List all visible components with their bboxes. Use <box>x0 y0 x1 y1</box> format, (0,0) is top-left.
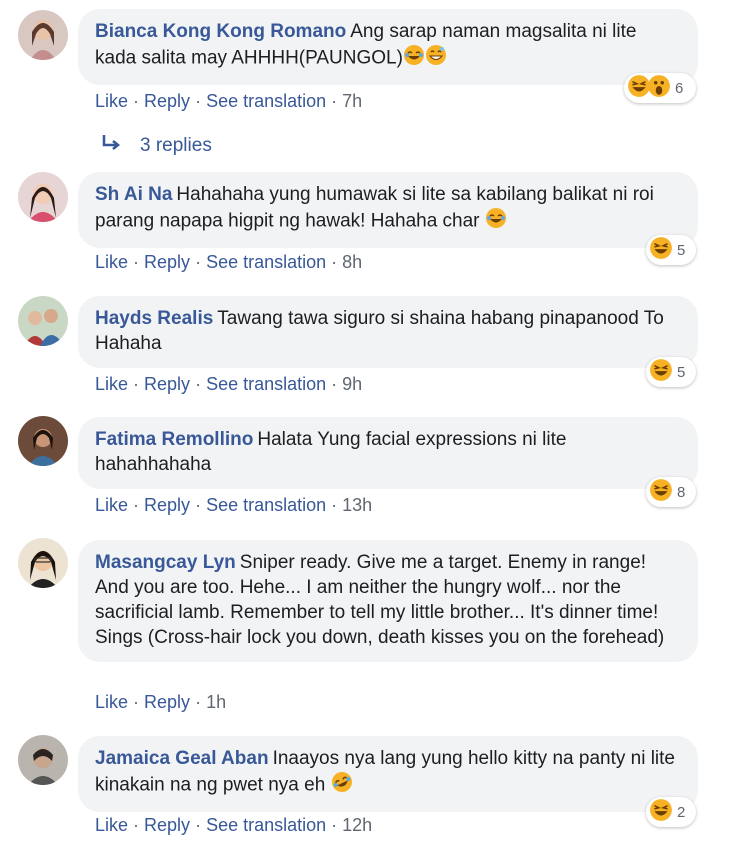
comment-bubble: Sh Ai Na Hahahaha yung humawak si lite sa… <box>78 172 698 248</box>
comment-actions: Like · Reply · See translation · 13h <box>95 495 373 515</box>
comment-author[interactable]: Fatima Remollino <box>95 429 253 450</box>
haha-reaction-icon <box>649 358 673 386</box>
avatar[interactable] <box>18 10 68 60</box>
replies-label: 3 replies <box>140 135 212 156</box>
reply-link[interactable]: Reply <box>144 692 190 712</box>
joy-emoji-icon <box>403 44 425 73</box>
reply-link[interactable]: Reply <box>144 252 190 272</box>
avatar[interactable] <box>18 172 68 222</box>
reply-arrow-icon <box>100 132 122 160</box>
reaction-count: 5 <box>677 241 686 259</box>
comment-time[interactable]: 13h <box>342 495 372 515</box>
like-link[interactable]: Like <box>95 495 128 515</box>
comment-text: Hahahaha yung humawak si lite sa kabilan… <box>95 184 654 232</box>
reactions-summary[interactable]: 6 <box>624 73 696 103</box>
avatar[interactable] <box>18 416 68 466</box>
reply-link[interactable]: Reply <box>144 815 190 835</box>
comment-bubble: Fatima Remollino Halata Yung facial expre… <box>78 417 698 489</box>
haha-reaction-icon <box>649 798 673 826</box>
comment-author[interactable]: Sh Ai Na <box>95 184 172 205</box>
comment-actions: Like · Reply · 1h <box>95 692 227 712</box>
reactions-summary[interactable]: 5 <box>646 357 696 387</box>
joy-emoji-icon <box>485 207 507 236</box>
comment-author[interactable]: Jamaica Geal Aban <box>95 748 269 769</box>
comment-author[interactable]: Masangcay Lyn <box>95 552 236 573</box>
comment-author[interactable]: Hayds Realis <box>95 308 213 329</box>
reactions-summary[interactable]: 8 <box>646 477 696 507</box>
like-link[interactable]: Like <box>95 252 128 272</box>
avatar[interactable] <box>18 538 68 588</box>
comment-actions: Like · Reply · See translation · 8h <box>95 252 363 272</box>
like-link[interactable]: Like <box>95 815 128 835</box>
comment-time[interactable]: 12h <box>342 815 372 835</box>
comment-bubble: Bianca Kong Kong Romano Ang sarap naman m… <box>78 9 698 85</box>
see-translation-link[interactable]: See translation <box>206 495 326 515</box>
reactions-summary[interactable]: 2 <box>646 797 696 827</box>
reply-link[interactable]: Reply <box>144 374 190 394</box>
reactions-summary[interactable]: 5 <box>646 235 696 265</box>
comment-actions: Like · Reply · See translation · 7h <box>95 91 363 111</box>
comment-bubble: Jamaica Geal Aban Inaayos nya lang yung h… <box>78 736 698 812</box>
see-translation-link[interactable]: See translation <box>206 252 326 272</box>
comment-actions: Like · Reply · See translation · 9h <box>95 374 363 394</box>
reaction-count: 2 <box>677 803 686 821</box>
rofl-emoji-icon <box>331 771 353 800</box>
comment-actions: Like · Reply · See translation · 12h <box>95 815 373 835</box>
like-link[interactable]: Like <box>95 692 128 712</box>
reaction-count: 8 <box>677 483 686 501</box>
view-replies-link[interactable]: 3 replies <box>100 132 212 160</box>
haha-reaction-icon <box>649 236 673 264</box>
like-link[interactable]: Like <box>95 91 128 111</box>
comment-time[interactable]: 7h <box>342 91 362 111</box>
comment-time[interactable]: 9h <box>342 374 362 394</box>
comment-bubble: Hayds Realis Tawang tawa siguro si shaina… <box>78 296 698 368</box>
comment-author[interactable]: Bianca Kong Kong Romano <box>95 21 346 42</box>
avatar[interactable] <box>18 296 68 346</box>
comment-bubble: Masangcay Lyn Sniper ready. Give me a tar… <box>78 540 698 662</box>
reply-link[interactable]: Reply <box>144 495 190 515</box>
reaction-count: 6 <box>675 79 684 97</box>
reply-link[interactable]: Reply <box>144 91 190 111</box>
avatar[interactable] <box>18 735 68 785</box>
see-translation-link[interactable]: See translation <box>206 815 326 835</box>
wow-reaction-icon <box>647 74 671 102</box>
comment-time[interactable]: 8h <box>342 252 362 272</box>
see-translation-link[interactable]: See translation <box>206 374 326 394</box>
reaction-count: 5 <box>677 363 686 381</box>
see-translation-link[interactable]: See translation <box>206 91 326 111</box>
haha-reaction-icon <box>649 478 673 506</box>
like-link[interactable]: Like <box>95 374 128 394</box>
comment-time[interactable]: 1h <box>206 692 226 712</box>
smile-emoji-icon <box>425 44 447 73</box>
